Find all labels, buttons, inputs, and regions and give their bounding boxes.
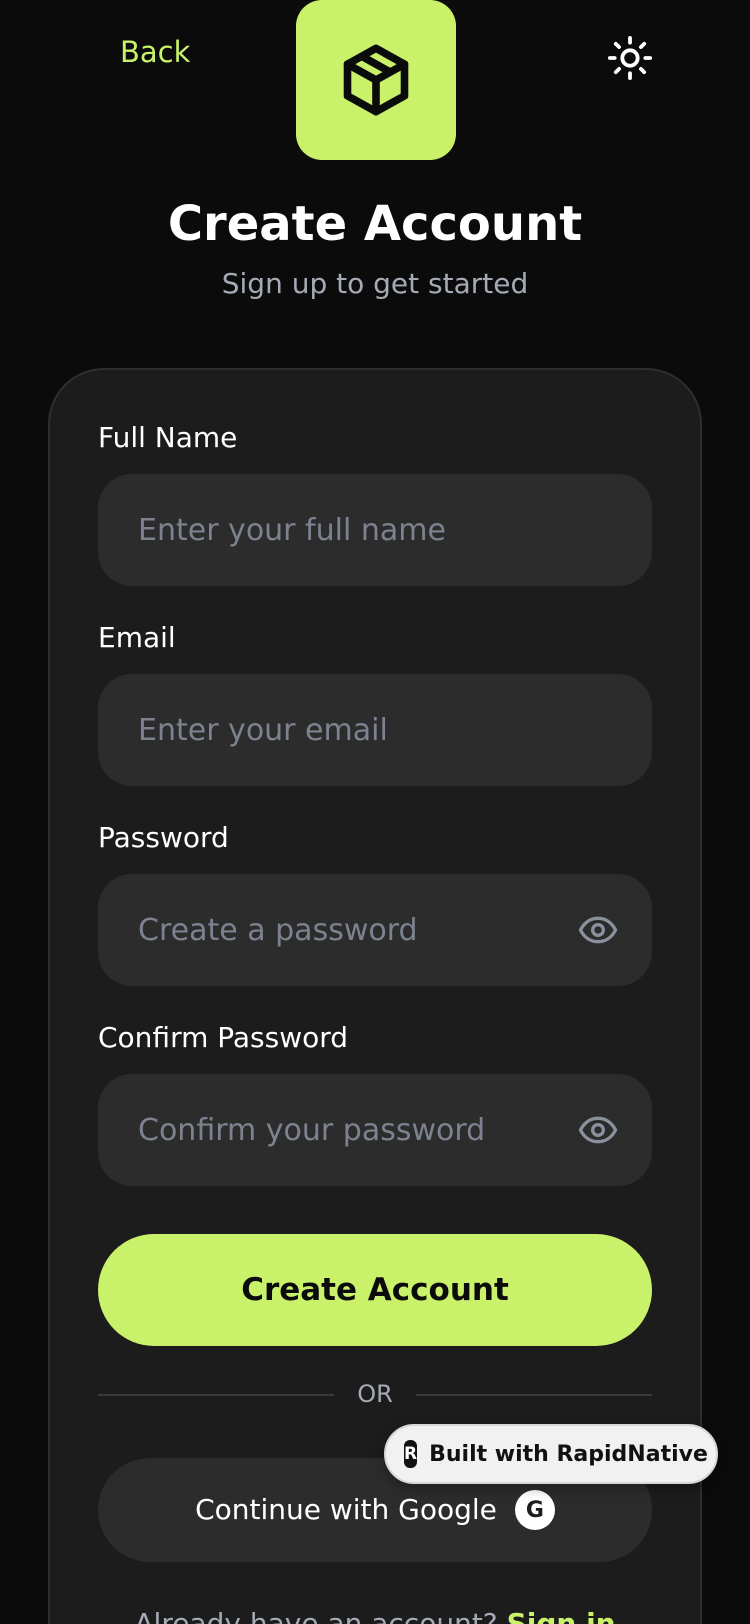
- divider-line-right: [416, 1394, 652, 1396]
- built-with-rapidnative-badge[interactable]: R Built with RapidNative: [384, 1424, 718, 1484]
- eye-icon: [578, 1116, 618, 1144]
- signin-prompt-text: Already have an account?: [134, 1607, 498, 1624]
- divider-line-left: [98, 1394, 334, 1396]
- google-icon: G: [514, 1490, 555, 1530]
- signin-prompt: Already have an account? Sign in: [0, 1604, 750, 1624]
- email-label: Email: [98, 621, 176, 654]
- password-visibility-toggle[interactable]: [576, 908, 620, 952]
- package-box-icon: [343, 44, 409, 116]
- confirm-password-label: Confirm Password: [98, 1021, 349, 1054]
- divider-or-label: OR: [357, 1380, 393, 1408]
- app-logo: [296, 0, 456, 160]
- rapidnative-logo-icon: R: [404, 1440, 418, 1468]
- badge-label: Built with RapidNative: [429, 1441, 708, 1467]
- back-button[interactable]: Back: [120, 32, 190, 72]
- google-button-label: Continue with Google: [195, 1493, 497, 1526]
- confirm-password-input[interactable]: [138, 1112, 576, 1148]
- email-field-container: [98, 674, 652, 786]
- full-name-label: Full Name: [98, 421, 238, 454]
- password-input[interactable]: [138, 912, 576, 948]
- eye-icon: [578, 916, 618, 944]
- create-account-button[interactable]: Create Account: [98, 1234, 652, 1346]
- email-input[interactable]: [138, 712, 612, 748]
- full-name-field-container: [98, 474, 652, 586]
- password-label: Password: [98, 821, 229, 854]
- confirm-password-field-container: [98, 1074, 652, 1186]
- page-title: Create Account: [167, 196, 583, 252]
- confirm-password-visibility-toggle[interactable]: [576, 1108, 620, 1152]
- full-name-input[interactable]: [138, 512, 612, 548]
- sign-in-link[interactable]: Sign in: [507, 1607, 616, 1624]
- page-subtitle: Sign up to get started: [221, 267, 529, 300]
- password-field-container: [98, 874, 652, 986]
- signup-screen: Back Create Account Sign up to get start…: [0, 0, 750, 1624]
- sun-icon: [607, 35, 653, 81]
- theme-toggle-button[interactable]: [604, 32, 656, 84]
